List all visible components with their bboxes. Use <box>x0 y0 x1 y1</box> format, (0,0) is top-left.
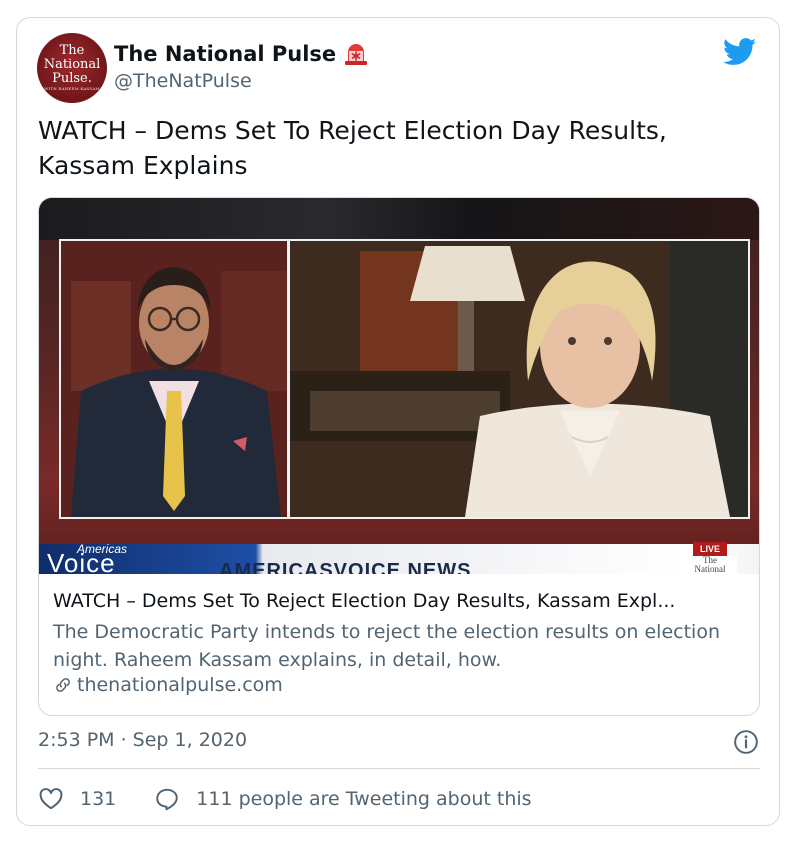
display-name[interactable]: The National Pulse <box>114 42 336 66</box>
avatar-text-line: The <box>59 43 85 59</box>
live-badge: LIVE <box>693 542 727 556</box>
tweet-card[interactable]: The National Pulse. WITH RAHEEM KASSAM T… <box>16 17 780 826</box>
divider <box>38 768 760 769</box>
corner-watermark: The National <box>683 556 737 574</box>
video-pane-host <box>59 239 289 519</box>
logo-text-large: Voice <box>47 548 116 574</box>
avatar-text-line: National <box>43 57 101 73</box>
user-handle[interactable]: @TheNatPulse <box>114 70 252 92</box>
guest-figure <box>290 241 748 517</box>
host-figure <box>61 241 287 517</box>
card-domain-text: thenationalpulse.com <box>77 674 283 696</box>
link-icon <box>56 678 70 692</box>
card-title[interactable]: WATCH – Dems Set To Reject Election Day … <box>53 590 753 612</box>
avatar-text-line: Pulse. <box>52 70 92 86</box>
link-preview-card[interactable]: Americas Voice AMERICASVOICE NEWS LIVE T… <box>38 197 760 716</box>
card-description: The Democratic Party intends to reject t… <box>53 621 720 671</box>
reply-label: 111 people are Tweeting about this <box>196 788 532 810</box>
tweet-timestamp[interactable]: 2:53 PM · Sep 1, 2020 <box>38 729 247 751</box>
like-button[interactable]: 131 <box>38 786 116 812</box>
media-background-strip <box>39 198 759 240</box>
siren-icon <box>345 44 367 65</box>
card-domain[interactable]: thenationalpulse.com <box>53 674 283 696</box>
americas-voice-logo: Americas Voice <box>45 540 225 574</box>
card-video-thumbnail[interactable]: Americas Voice AMERICASVOICE NEWS LIVE T… <box>39 198 759 574</box>
avatar[interactable]: The National Pulse. WITH RAHEEM KASSAM <box>37 33 107 103</box>
reply-bubble-icon <box>156 788 178 811</box>
reply-button[interactable]: 111 people are Tweeting about this <box>154 786 532 812</box>
twitter-bird-icon[interactable] <box>723 38 757 66</box>
info-icon[interactable] <box>733 729 759 755</box>
avatar-text-line: WITH RAHEEM KASSAM <box>44 86 100 92</box>
tweet-actions: 131 111 people are Tweeting about this <box>38 784 532 814</box>
video-pane-guest <box>288 239 750 519</box>
network-ticker-text: AMERICASVOICE NEWS <box>219 560 472 574</box>
corner-watermark-line: National <box>694 564 726 574</box>
heart-icon <box>39 788 63 810</box>
tweet-text: WATCH – Dems Set To Reject Election Day … <box>38 116 667 180</box>
like-count: 131 <box>80 788 117 810</box>
